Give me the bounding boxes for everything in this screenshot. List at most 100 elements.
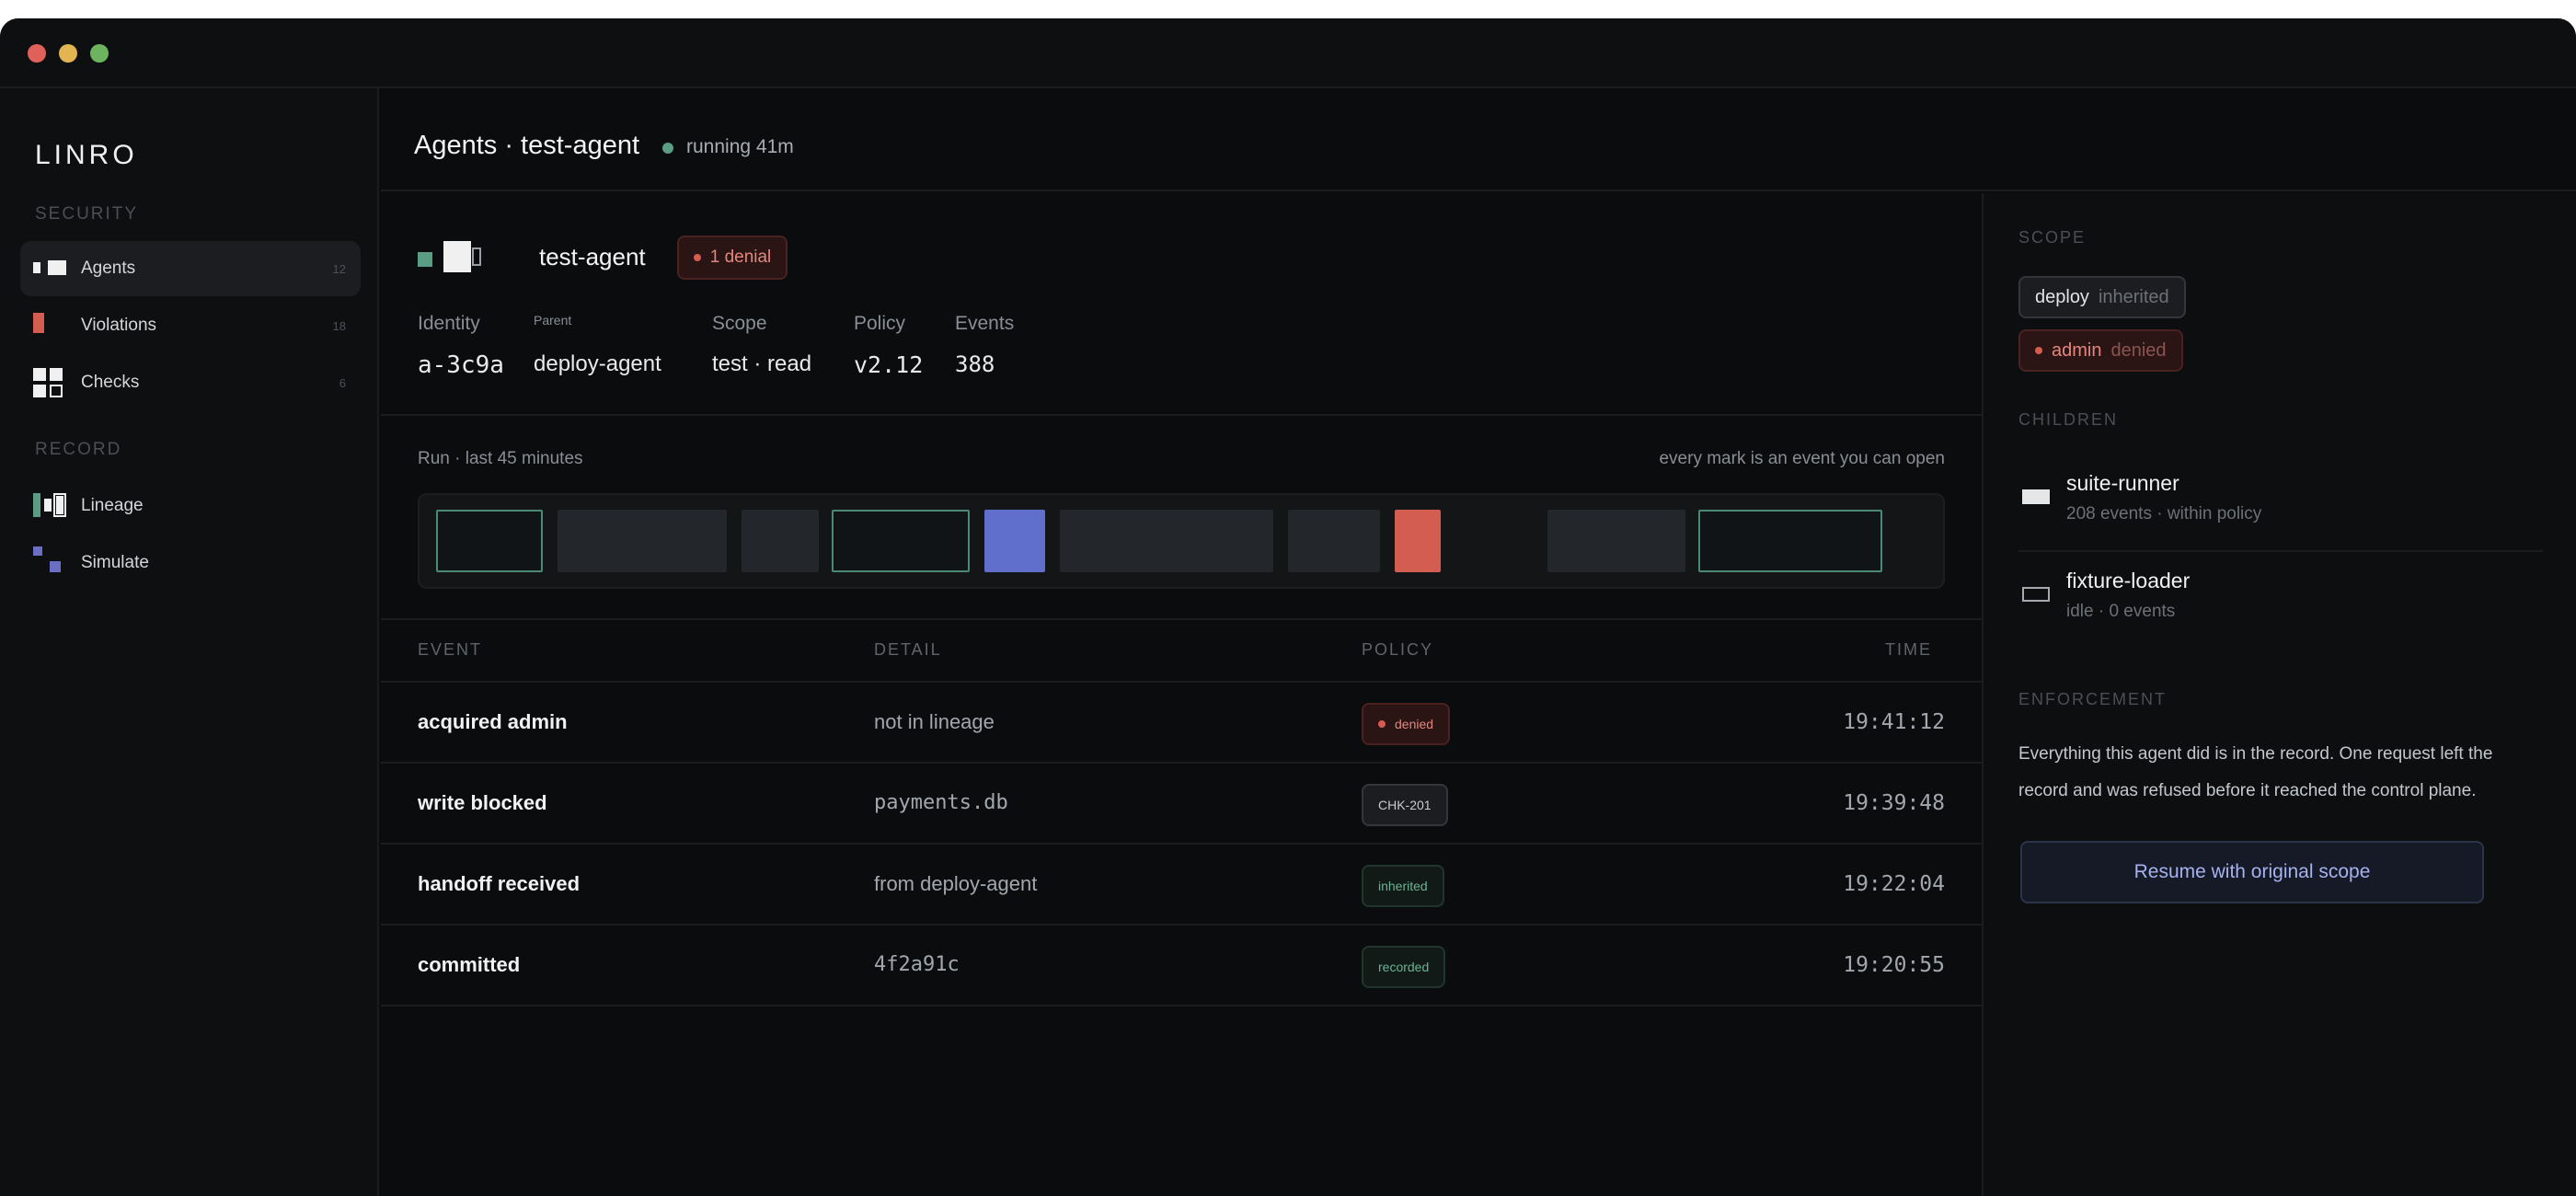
meta-policy: Policy v2.12: [854, 313, 923, 378]
detail-cell: not in lineage: [874, 710, 995, 733]
timeline-mark[interactable]: [1698, 510, 1882, 572]
column-header-policy: POLICY: [1362, 640, 1434, 659]
child-name: fixture-loader: [2066, 569, 2191, 592]
table-row[interactable]: committed 4f2a91c recorded 19:20:55: [381, 926, 1982, 1006]
sidebar-item-label: Violations: [81, 316, 157, 335]
scope-state: denied: [2110, 339, 2167, 361]
meta-identity: Identity a-3c9a: [418, 313, 504, 379]
time-cell: 19:22:04: [1843, 872, 1945, 896]
scope-state: inherited: [2098, 286, 2169, 307]
child-active-icon: [2022, 489, 2050, 504]
close-window-control[interactable]: [28, 44, 46, 63]
sidebar-item-label: Simulate: [81, 553, 149, 572]
meta-label: Events: [955, 313, 1015, 334]
sidebar-item-count: 18: [332, 318, 346, 333]
sidebar-item-lineage[interactable]: Lineage: [20, 478, 361, 534]
table-row[interactable]: handoff received from deploy-agent inher…: [381, 845, 1982, 926]
enforcement-section-title: ENFORCEMENT: [2018, 690, 2167, 708]
policy-pill-recorded: recorded: [1362, 946, 1446, 988]
scope-section-title: SCOPE: [2018, 228, 2087, 247]
resume-with-original-scope-button[interactable]: Resume with original scope: [2020, 841, 2484, 903]
simulate-icon: [33, 546, 61, 572]
event-cell: write blocked: [418, 791, 547, 814]
sidebar-item-agents[interactable]: Agents 12: [20, 241, 361, 296]
divider: [381, 618, 1982, 620]
event-cell: acquired admin: [418, 710, 568, 733]
child-sub: idle · 0 events: [2066, 602, 2176, 621]
detail-cell: from deploy-agent: [874, 872, 1038, 895]
child-name: suite-runner: [2066, 471, 2179, 495]
table-row[interactable]: write blocked payments.db CHK-201 19:39:…: [381, 764, 1982, 845]
violations-icon: [33, 313, 44, 333]
sidebar-item-label: Agents: [81, 259, 136, 278]
meta-scope: Scope test · read: [712, 313, 811, 376]
policy-pill-check: CHK-201: [1362, 784, 1448, 826]
timeline-mark[interactable]: [436, 510, 543, 572]
timeline-mark[interactable]: [984, 510, 1045, 572]
time-cell: 19:41:12: [1843, 710, 1945, 734]
policy-label: recorded: [1378, 960, 1430, 974]
timeline-mark[interactable]: [1547, 510, 1685, 572]
sidebar-item-simulate[interactable]: Simulate: [20, 535, 361, 591]
timeline-mark[interactable]: [742, 510, 819, 572]
meta-label: Identity: [418, 313, 480, 334]
event-timeline: [418, 493, 1945, 589]
column-header-time: TIME: [1885, 640, 1932, 659]
timeline-mark[interactable]: [1288, 510, 1380, 572]
parent-value[interactable]: deploy-agent: [534, 351, 661, 377]
scope-tag-admin[interactable]: admin denied: [2018, 329, 2183, 372]
page-title: Agents · test-agent: [414, 131, 640, 160]
denied-dot: [1378, 720, 1386, 728]
running-status-dot: [662, 143, 673, 154]
event-cell: handoff received: [418, 872, 581, 895]
time-cell: 19:39:48: [1843, 791, 1945, 815]
detail-cell: payments.db: [874, 791, 1008, 814]
policy-pill-denied: denied: [1362, 703, 1451, 745]
timeline-mark[interactable]: [1060, 510, 1273, 572]
timeline-mark[interactable]: [1395, 510, 1441, 572]
lineage-icon: [33, 493, 66, 517]
events-value: 388: [955, 351, 995, 377]
run-hint: every mark is an event you can open: [1659, 449, 1945, 468]
agent-name: test-agent: [539, 243, 646, 270]
page-header: Agents · test-agent running 41m: [381, 88, 2576, 191]
timeline-mark[interactable]: [832, 510, 970, 572]
scope-tag-deploy[interactable]: deploy inherited: [2018, 276, 2186, 318]
policy-pill-inherited: inherited: [1362, 865, 1444, 907]
agents-icon: [33, 260, 66, 275]
checks-icon: [33, 368, 63, 397]
time-cell: 19:20:55: [1843, 953, 1945, 977]
policy-label: denied: [1395, 717, 1434, 731]
meta-events: Events 388: [955, 313, 1015, 377]
column-header-detail: DETAIL: [874, 640, 942, 659]
identity-value: a-3c9a: [418, 351, 504, 379]
sidebar-item-count: 12: [332, 261, 346, 276]
logo: LINRO: [35, 140, 138, 170]
sidebar-item-violations[interactable]: Violations 18: [20, 298, 361, 353]
child-agent-fixture-loader[interactable]: fixture-loader idle · 0 events: [2018, 558, 2543, 650]
run-label: Run · last 45 minutes: [418, 449, 583, 468]
child-agent-suite-runner[interactable]: suite-runner 208 events · within policy: [2018, 460, 2543, 552]
agent-status-square: [418, 252, 432, 267]
scope-name: admin: [2052, 339, 2102, 361]
title-bar: [0, 18, 2576, 88]
divider: [381, 414, 1982, 416]
denied-dot: [2035, 347, 2042, 354]
denial-badge[interactable]: 1 denial: [677, 236, 788, 280]
scope-name: deploy: [2035, 286, 2089, 307]
maximize-window-control[interactable]: [90, 44, 109, 63]
policy-label: CHK-201: [1378, 798, 1432, 812]
denial-count: 1 denial: [709, 247, 772, 267]
sidebar-item-count: 6: [339, 375, 346, 390]
table-row[interactable]: acquired admin not in lineage denied 19:…: [381, 683, 1982, 764]
sidebar-item-checks[interactable]: Checks 6: [20, 355, 361, 410]
child-idle-icon: [2022, 587, 2050, 602]
timeline-mark[interactable]: [558, 510, 727, 572]
sidebar-section-security: SECURITY: [35, 204, 139, 224]
event-cell: committed: [418, 953, 521, 976]
running-status: running 41m: [686, 136, 794, 157]
meta-label: Scope: [712, 313, 767, 334]
children-section-title: CHILDREN: [2018, 410, 2119, 429]
meta-label: Policy: [854, 313, 906, 334]
minimize-window-control[interactable]: [59, 44, 77, 63]
